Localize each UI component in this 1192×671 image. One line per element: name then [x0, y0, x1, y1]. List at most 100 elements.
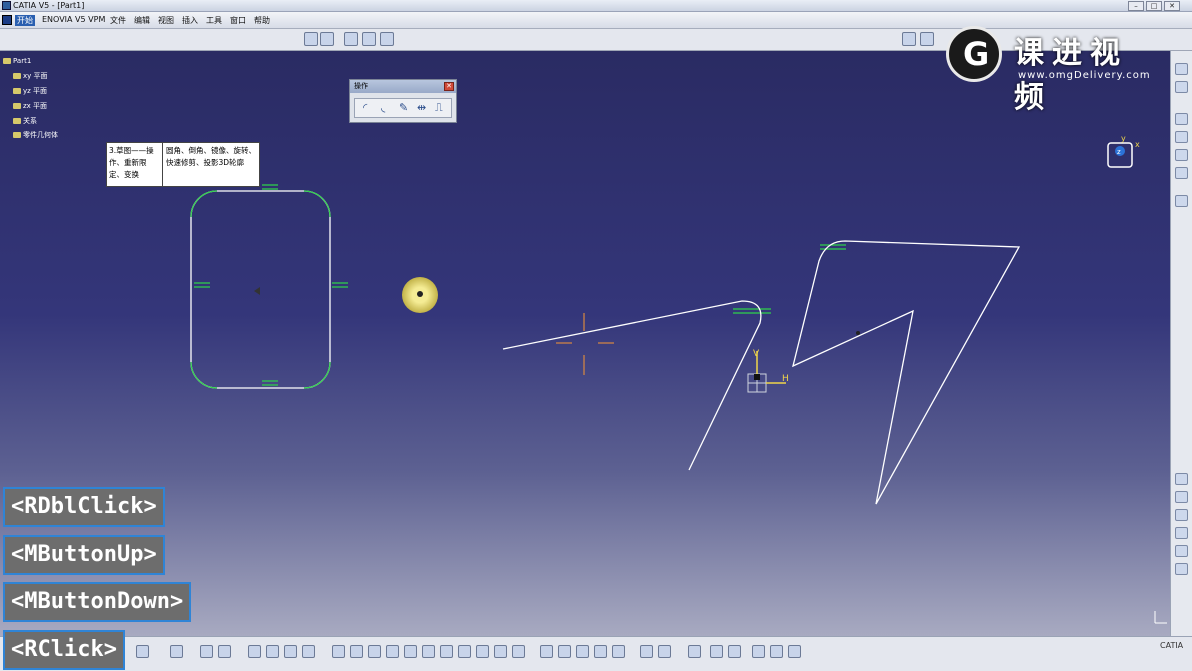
- snap-to-point-icon[interactable]: [320, 32, 334, 46]
- sketch-viewport[interactable]: Part1 xy 平面 yz 平面 zx 平面 关系 零件几何体 操作 ✕ ◜ …: [0, 51, 1170, 636]
- brand-logo-icon: G: [946, 26, 1002, 82]
- mouse-cursor-highlight: [402, 277, 438, 313]
- constraint-markers: [190, 184, 846, 389]
- lightning-profile[interactable]: [792, 240, 1021, 505]
- rotate-view-icon[interactable]: [386, 645, 399, 658]
- menu-start[interactable]: 开始: [15, 15, 35, 26]
- menu-view[interactable]: 视图: [156, 15, 176, 26]
- profile-point: [856, 331, 860, 335]
- horizontal-icon[interactable]: [1175, 509, 1188, 521]
- key-overlay-mbuttonup: <MButtonUp>: [3, 535, 165, 575]
- pad-icon[interactable]: [1175, 113, 1188, 125]
- visualization-icon[interactable]: [658, 645, 671, 658]
- fillet-constraint-mid: [733, 308, 771, 314]
- pocket-icon[interactable]: [1175, 131, 1188, 143]
- axis-h-label: H: [782, 374, 789, 384]
- select-arrow-icon[interactable]: [1175, 195, 1188, 207]
- profile-center-marker: [254, 287, 260, 295]
- tree-icon[interactable]: [266, 645, 279, 658]
- sketch-geometry[interactable]: H V: [0, 51, 1170, 636]
- sketch-analysis-icon[interactable]: [540, 645, 553, 658]
- profile-icon[interactable]: [710, 645, 723, 658]
- normal-view-icon[interactable]: [440, 645, 453, 658]
- exit-workbench-icon[interactable]: [920, 32, 934, 46]
- render-style-icon[interactable]: [494, 645, 507, 658]
- line-icon[interactable]: [788, 645, 801, 658]
- right-toolbar: [1170, 51, 1192, 636]
- tangency-mark-right: [332, 282, 348, 288]
- scale-icon[interactable]: [1175, 563, 1188, 575]
- menu-file[interactable]: 文件: [108, 15, 128, 26]
- key-overlay-mbuttondown: <MButtonDown>: [3, 582, 192, 622]
- key-overlay-rclick: <RClick>: [3, 630, 125, 670]
- key-overlay-rdblclick: <RDblClick>: [3, 487, 165, 527]
- sketch-axis: H V: [747, 349, 789, 393]
- measure-icon[interactable]: [558, 645, 571, 658]
- groove-icon[interactable]: [1175, 167, 1188, 179]
- rectangle-icon[interactable]: [728, 645, 741, 658]
- shaft-icon[interactable]: [1175, 149, 1188, 161]
- window-title: CATIA V5 - [Part1]: [13, 1, 85, 10]
- dimensional-constraint-icon[interactable]: [380, 32, 394, 46]
- corner-constraint-br: [303, 361, 331, 389]
- construction-element-icon[interactable]: [344, 32, 358, 46]
- undo-icon[interactable]: [136, 645, 149, 658]
- brand-url: www.omgDelivery.com: [1018, 70, 1151, 81]
- geometrical-constraint-icon[interactable]: [362, 32, 376, 46]
- compass-x-label: x: [1135, 140, 1140, 149]
- corner-constraint-tl: [190, 190, 218, 218]
- cut-part-icon[interactable]: [640, 645, 653, 658]
- title-bar: CATIA V5 - [Part1] – □ ✕: [0, 0, 1192, 12]
- zoom-in-icon[interactable]: [404, 645, 417, 658]
- whats-this-icon[interactable]: [170, 645, 183, 658]
- catia-logo-icon: [2, 15, 12, 25]
- comment-icon[interactable]: [218, 645, 231, 658]
- menu-help[interactable]: 帮助: [252, 15, 272, 26]
- circle-icon[interactable]: [752, 645, 765, 658]
- positioned-sketch-icon[interactable]: [1175, 81, 1188, 93]
- constraint-icon[interactable]: [1175, 473, 1188, 485]
- menu-window[interactable]: 窗口: [228, 15, 248, 26]
- minimize-button[interactable]: –: [1128, 1, 1144, 11]
- polyline-with-fillet[interactable]: [502, 300, 762, 471]
- compass[interactable]: x y z: [1104, 135, 1140, 171]
- axis-v-label: V: [753, 349, 760, 359]
- close-button[interactable]: ✕: [1164, 1, 1180, 11]
- rotate-icon[interactable]: [1175, 527, 1188, 539]
- table-icon[interactable]: [248, 645, 261, 658]
- hide-show-icon[interactable]: [284, 645, 297, 658]
- spline-icon[interactable]: [770, 645, 783, 658]
- curvature-icon[interactable]: [612, 645, 625, 658]
- inertia-icon[interactable]: [576, 645, 589, 658]
- sketch-icon[interactable]: [1175, 63, 1188, 75]
- tangency-mark-bottom: [262, 380, 278, 386]
- grid-icon[interactable]: [304, 32, 318, 46]
- iso-view-icon[interactable]: [458, 645, 471, 658]
- shading-icon[interactable]: [476, 645, 489, 658]
- draft-analysis-icon[interactable]: [594, 645, 607, 658]
- brand-watermark: G 课进视频 www.omgDelivery.com: [944, 26, 1164, 115]
- fit-all-icon[interactable]: [350, 645, 363, 658]
- maximize-button[interactable]: □: [1146, 1, 1162, 11]
- zoom-out-icon[interactable]: [422, 645, 435, 658]
- fly-mode-icon[interactable]: [332, 645, 345, 658]
- auto-constraint-icon[interactable]: [1175, 491, 1188, 503]
- swap-icon[interactable]: [302, 645, 315, 658]
- menu-insert[interactable]: 插入: [180, 15, 200, 26]
- origin-cross: [556, 313, 614, 375]
- menu-tools[interactable]: 工具: [204, 15, 224, 26]
- menu-edit[interactable]: 编辑: [132, 15, 152, 26]
- hide-icon[interactable]: [512, 645, 525, 658]
- rounded-rectangle-profile[interactable]: [190, 190, 331, 389]
- sketch-solving-icon[interactable]: [902, 32, 916, 46]
- move-icon[interactable]: [1175, 545, 1188, 557]
- corner-constraint-tr: [303, 190, 331, 218]
- catia-brand-logo: CATIA: [1160, 641, 1184, 650]
- pan-icon[interactable]: [368, 645, 381, 658]
- fillet-constraint-right: [820, 244, 846, 250]
- menu-enovia[interactable]: ENOVIA V5 VPM: [40, 15, 107, 24]
- axis-indicator: [1154, 611, 1167, 624]
- update-icon[interactable]: [688, 645, 701, 658]
- formula-icon[interactable]: [200, 645, 213, 658]
- corner-constraint-bl: [190, 361, 218, 389]
